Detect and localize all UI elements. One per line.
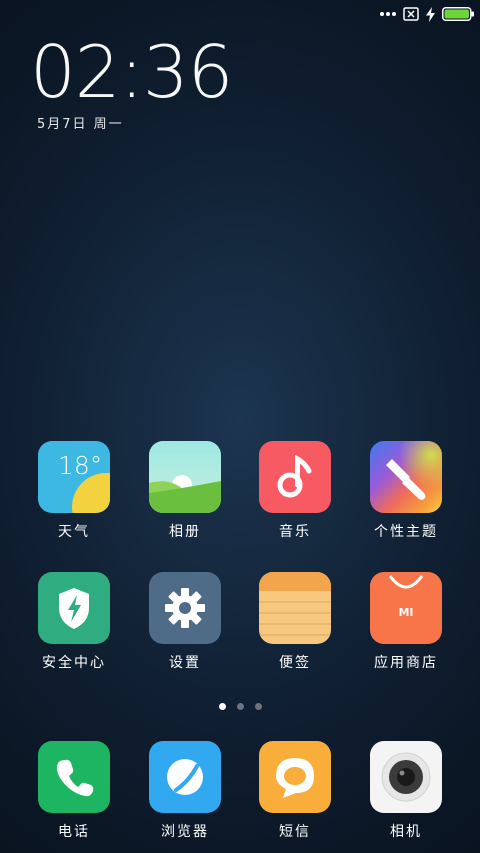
- app-label: 相册: [169, 524, 201, 540]
- app-settings[interactable]: 设置: [130, 572, 240, 682]
- settings-icon: [149, 572, 221, 644]
- app-store[interactable]: MI 应用商店: [351, 572, 461, 682]
- app-label: 天气: [58, 524, 90, 540]
- no-sim-icon: [403, 7, 419, 21]
- music-icon: [259, 441, 331, 513]
- app-security[interactable]: 安全中心: [19, 572, 129, 682]
- app-themes[interactable]: 个性主题: [351, 441, 461, 551]
- gallery-icon: [149, 441, 221, 513]
- app-store-icon: MI: [370, 572, 442, 644]
- app-label: 便签: [279, 655, 311, 671]
- app-label: 电话: [58, 824, 90, 840]
- page-indicator: [0, 702, 480, 710]
- date-text: 5月7日 周一: [37, 117, 124, 132]
- app-label: 音乐: [279, 524, 311, 540]
- weather-temp: 18°: [58, 451, 102, 480]
- clock-time: 02:36: [30, 30, 233, 114]
- camera-icon: [370, 741, 442, 813]
- app-label: 应用商店: [374, 655, 438, 671]
- app-gallery[interactable]: 相册: [130, 441, 240, 551]
- status-bar: [0, 0, 480, 28]
- security-icon: [38, 572, 110, 644]
- mi-logo: MI: [398, 606, 413, 619]
- battery-level: [444, 9, 469, 19]
- charging-bolt-icon: [426, 6, 435, 22]
- app-weather[interactable]: 18° 天气: [19, 441, 129, 551]
- battery-icon: [442, 7, 474, 21]
- page-dot[interactable]: [254, 702, 262, 710]
- themes-icon: [370, 441, 442, 513]
- app-label: 个性主题: [374, 524, 438, 540]
- app-label: 短信: [279, 824, 311, 840]
- app-label: 相机: [390, 824, 422, 840]
- app-label: 浏览器: [161, 824, 209, 840]
- phone-icon: [38, 741, 110, 813]
- browser-icon: [149, 741, 221, 813]
- app-label: 设置: [169, 655, 201, 671]
- app-music[interactable]: 音乐: [240, 441, 350, 551]
- status-icons: [380, 5, 474, 23]
- page-dot-active[interactable]: [218, 702, 226, 710]
- weather-icon: 18°: [38, 441, 110, 513]
- signal-dots-icon: [380, 12, 396, 16]
- app-messages[interactable]: 短信: [240, 741, 350, 851]
- app-camera[interactable]: 相机: [351, 741, 461, 851]
- app-label: 安全中心: [42, 655, 106, 671]
- app-browser[interactable]: 浏览器: [130, 741, 240, 851]
- app-notes[interactable]: 便签: [240, 572, 350, 682]
- app-phone[interactable]: 电话: [19, 741, 129, 851]
- messages-icon: [259, 741, 331, 813]
- page-dot[interactable]: [236, 702, 244, 710]
- notes-icon: [259, 572, 331, 644]
